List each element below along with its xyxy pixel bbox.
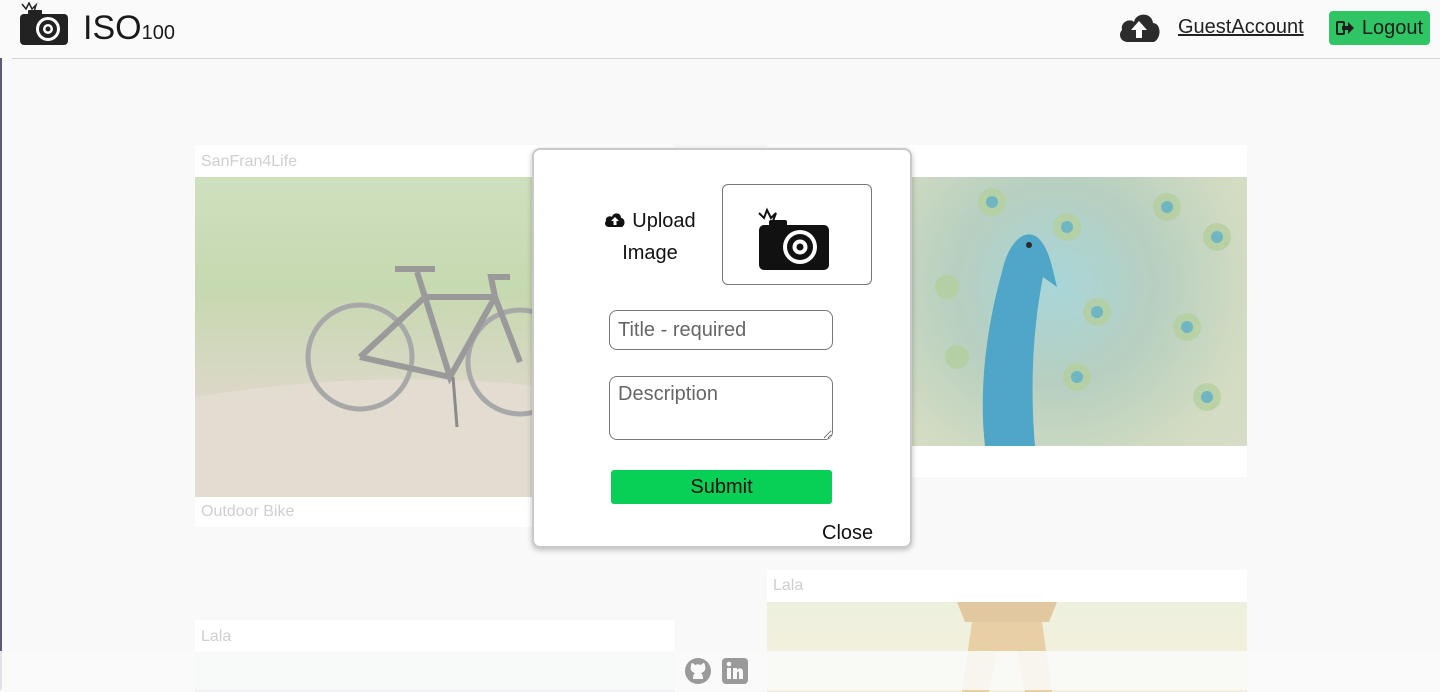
- brand-sub: 100: [141, 22, 175, 44]
- logout-label: Logout: [1361, 16, 1424, 39]
- description-textarea[interactable]: [609, 376, 833, 440]
- brand-main: ISO: [83, 9, 142, 47]
- card-owner: Lala: [773, 577, 804, 594]
- window-edge: [0, 0, 2, 690]
- header-divider: [12, 58, 1440, 59]
- image-preview[interactable]: [722, 184, 872, 285]
- cloud-upload-icon: [605, 213, 625, 227]
- upload-modal: Upload Image Submit Close: [532, 148, 912, 548]
- card-owner: Lala: [201, 628, 232, 645]
- camera-logo-icon[interactable]: [18, 2, 70, 46]
- card-owner: SanFran4Life: [201, 153, 298, 170]
- card-title: Outdoor Bike: [201, 503, 295, 520]
- brand-title[interactable]: ISO100: [83, 9, 175, 52]
- logout-button[interactable]: Logout: [1329, 11, 1430, 45]
- close-button[interactable]: Close: [822, 522, 873, 545]
- sign-out-icon: [1335, 21, 1354, 35]
- footer: [0, 651, 1440, 690]
- upload-image-label: Upload Image: [622, 210, 696, 264]
- submit-button[interactable]: Submit: [611, 470, 832, 504]
- github-icon[interactable]: [684, 657, 712, 685]
- title-input[interactable]: [609, 310, 833, 350]
- camera-placeholder-icon: [758, 207, 829, 270]
- upload-cloud-icon[interactable]: [1116, 8, 1162, 46]
- top-nav: ISO100 GuestAccount Logout: [0, 0, 1440, 58]
- user-account-link[interactable]: GuestAccount: [1178, 16, 1304, 39]
- linkedin-icon[interactable]: [721, 657, 749, 685]
- upload-image-button[interactable]: Upload Image: [600, 205, 700, 269]
